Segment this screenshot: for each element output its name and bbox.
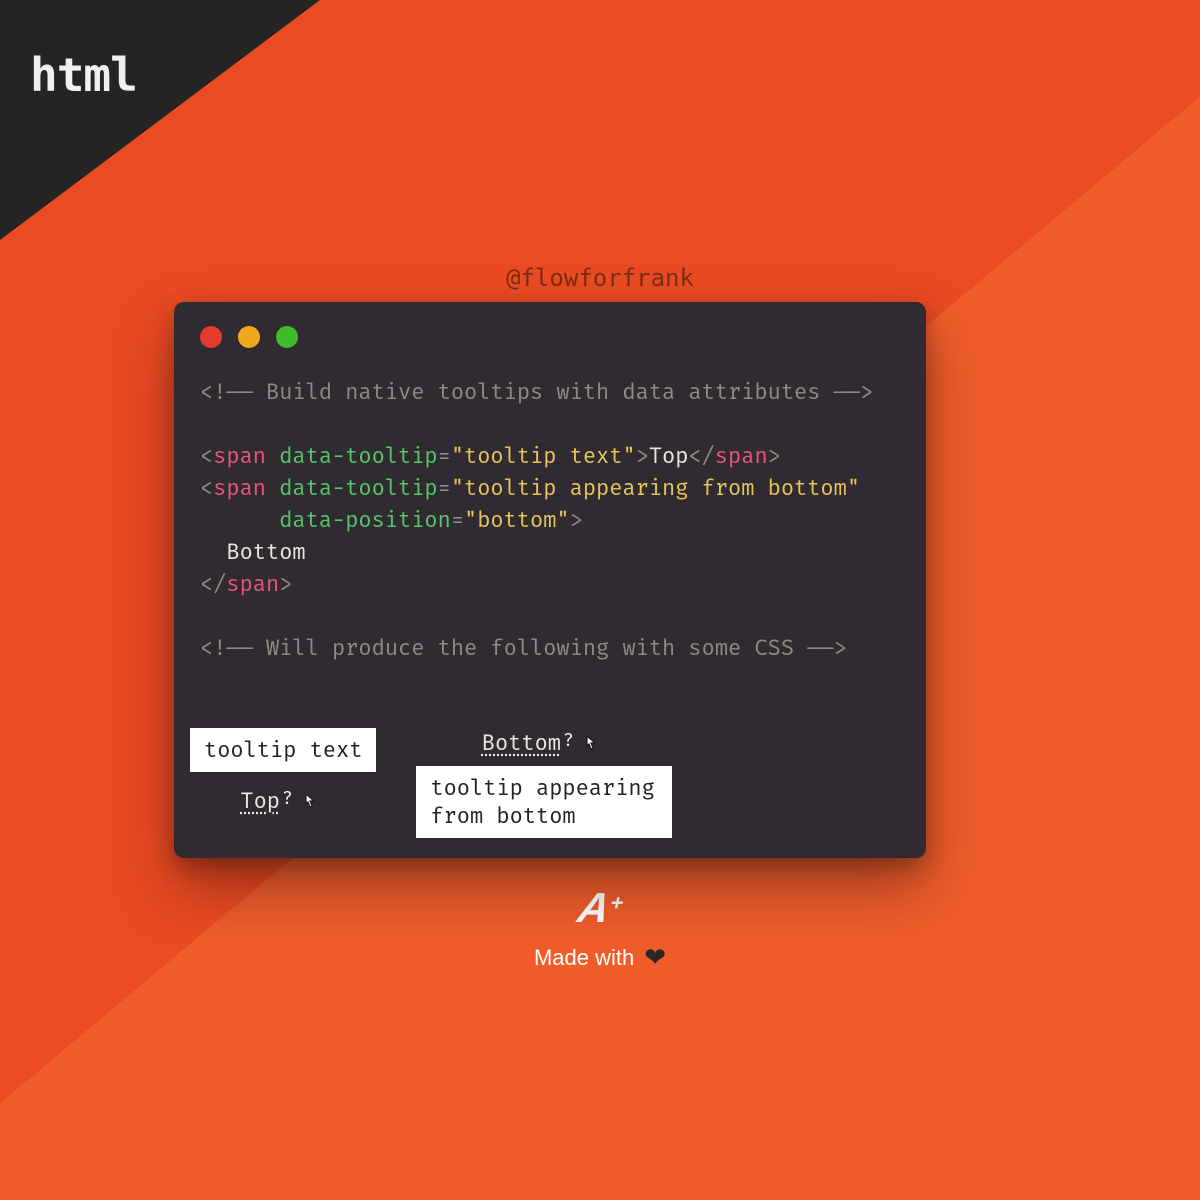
- preview-bottom: Bottom ? tooltip appearing from bottom: [416, 728, 672, 838]
- close-icon[interactable]: [200, 326, 222, 348]
- brand-logo: A+: [574, 884, 625, 932]
- corner-triangle: [0, 0, 320, 240]
- minimize-icon[interactable]: [238, 326, 260, 348]
- tooltip-trigger-top[interactable]: Top ?: [240, 786, 326, 814]
- language-badge: html: [30, 48, 137, 102]
- window-traffic-lights: [200, 326, 900, 348]
- pointer-cursor-icon: ?: [282, 786, 326, 814]
- heart-icon: ❤: [644, 942, 666, 973]
- pointer-cursor-icon: ?: [563, 728, 607, 756]
- author-handle: @flowforfrank: [0, 264, 1200, 292]
- zoom-icon[interactable]: [276, 326, 298, 348]
- tooltip-trigger-bottom[interactable]: Bottom ?: [482, 728, 607, 756]
- preview-top: tooltip text Top ?: [190, 728, 376, 814]
- tooltip-box-bottom: tooltip appearing from bottom: [416, 766, 672, 838]
- code-comment: <!—— Build native tooltips with data att…: [200, 378, 873, 405]
- made-with-label: Made with ❤: [534, 942, 666, 973]
- footer: A+ Made with ❤: [0, 884, 1200, 973]
- preview-row: tooltip text Top ? Bottom ? too: [190, 728, 672, 838]
- code-comment: <!—— Will produce the following with som…: [200, 634, 847, 661]
- tooltip-box-top: tooltip text: [190, 728, 376, 772]
- code-block: <!—— Build native tooltips with data att…: [200, 376, 900, 664]
- code-window: <!—— Build native tooltips with data att…: [174, 302, 926, 858]
